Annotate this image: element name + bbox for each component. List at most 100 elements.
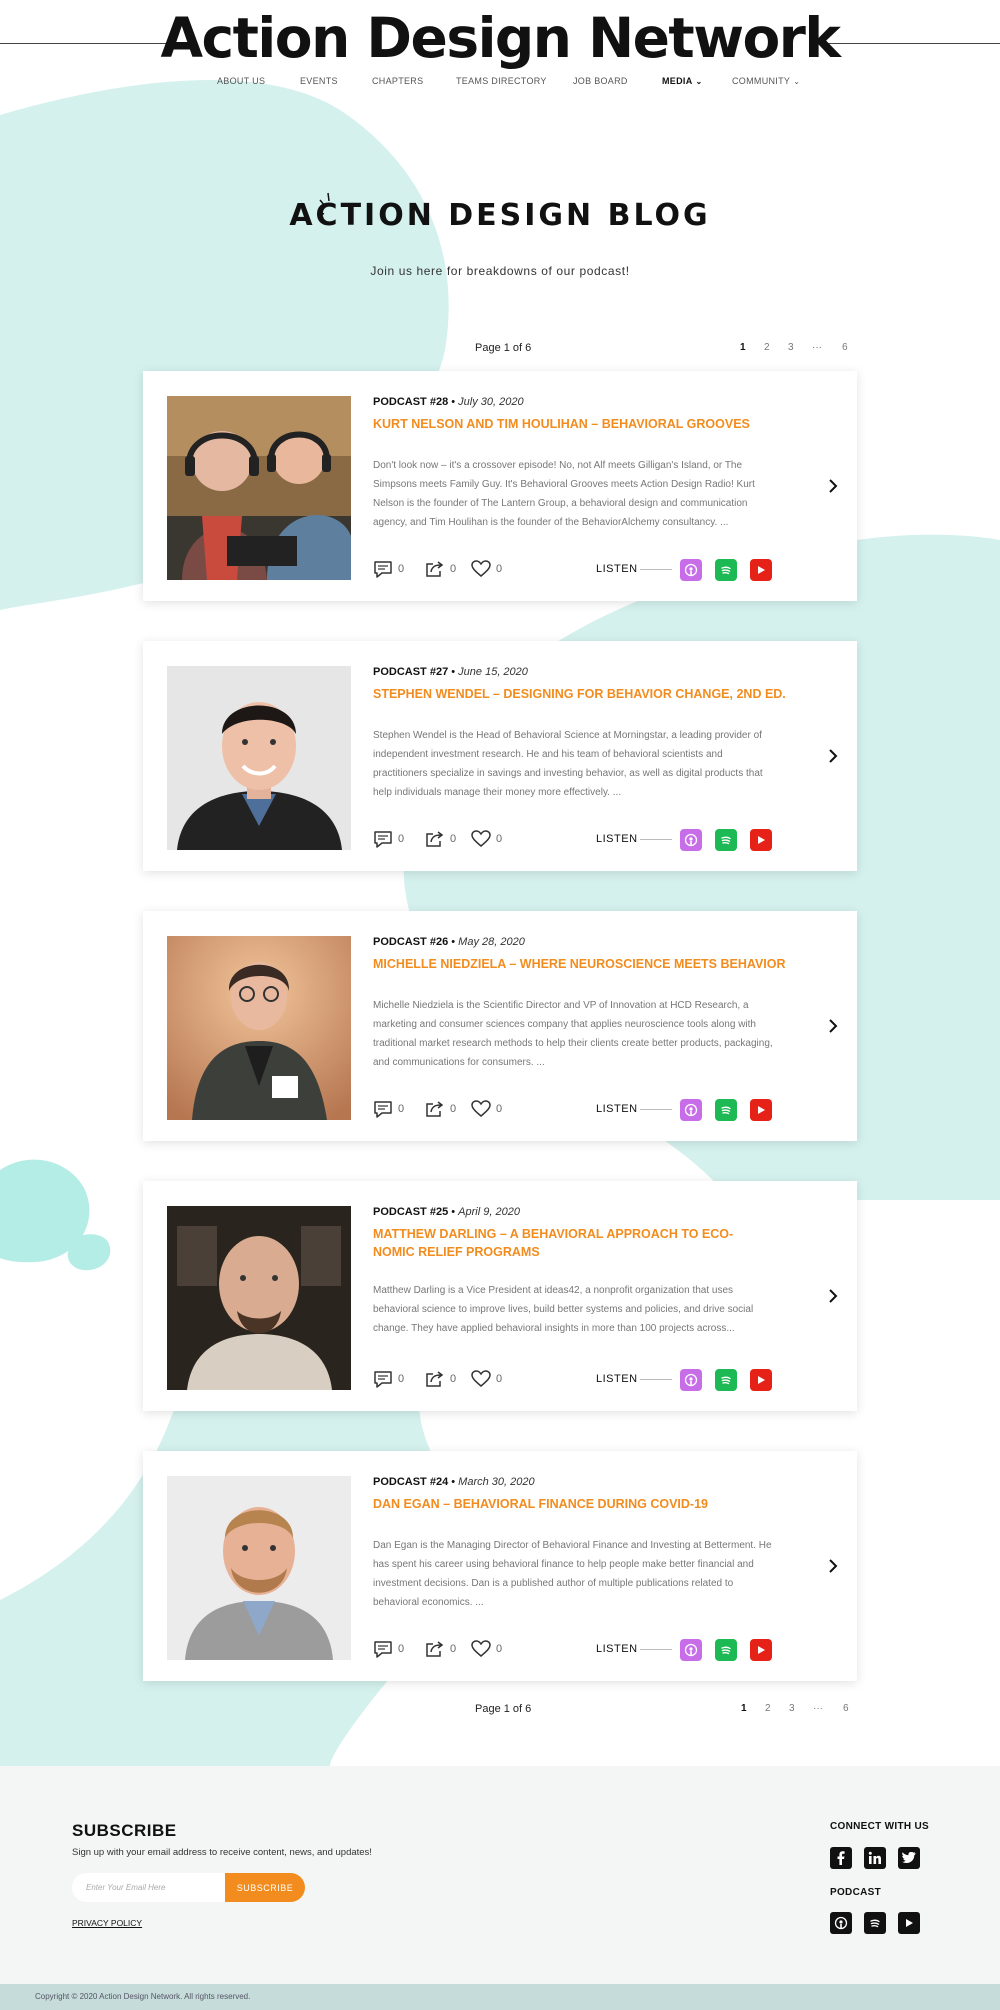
twitter-icon[interactable] (898, 1847, 920, 1869)
nav-item-media[interactable]: MEDIA ⌄ (662, 76, 703, 86)
share-button[interactable]: 0 (425, 1099, 456, 1119)
copyright-bar: Copyright © 2020 Action Design Network. … (0, 1984, 1000, 2010)
pagination-label: Page 1 of 6 (475, 1703, 532, 1715)
podcast-photo[interactable] (167, 396, 351, 580)
page-ellipsis: ··· (813, 1703, 823, 1714)
spotify-icon[interactable] (715, 1099, 737, 1121)
comment-button[interactable]: 0 (373, 559, 404, 579)
youtube-icon[interactable] (898, 1912, 920, 1934)
spotify-icon[interactable] (864, 1912, 886, 1934)
nav-item-events[interactable]: EVENTS (300, 76, 338, 86)
youtube-icon[interactable] (750, 1639, 772, 1661)
like-button[interactable]: 0 (471, 1639, 502, 1659)
listen-divider (640, 839, 672, 840)
chevron-right-icon[interactable] (823, 1554, 843, 1578)
site-title[interactable]: Action Design Network (0, 6, 1000, 70)
page-link-6[interactable]: 6 (842, 342, 848, 353)
podcast-number: PODCAST #27 (373, 666, 449, 678)
podcast-card[interactable]: PODCAST #27 • June 15, 2020 STEPHEN WEND… (143, 641, 857, 871)
listen-label: LISTEN (596, 1373, 638, 1385)
spotify-icon[interactable] (715, 1639, 737, 1661)
podcast-meta: PODCAST #25 • April 9, 2020 (373, 1206, 520, 1218)
apple-podcasts-icon[interactable] (680, 559, 702, 581)
youtube-icon[interactable] (750, 829, 772, 851)
chevron-right-icon[interactable] (823, 1014, 843, 1038)
podcast-card[interactable]: PODCAST #25 • April 9, 2020 MATTHEW DARL… (143, 1181, 857, 1411)
comment-icon (374, 1371, 392, 1388)
nav-item-job-board[interactable]: JOB BOARD (573, 76, 628, 86)
email-field[interactable] (72, 1873, 227, 1902)
like-count: 0 (496, 563, 503, 575)
nav-item-about-us[interactable]: ABOUT US (217, 76, 265, 86)
page-link-1[interactable]: 1 (740, 342, 746, 353)
nav-item-community[interactable]: COMMUNITY ⌄ (732, 76, 800, 86)
chevron-right-icon[interactable] (823, 1284, 843, 1308)
apple-podcasts-icon[interactable] (680, 829, 702, 851)
like-button[interactable]: 0 (471, 559, 502, 579)
subscribe-button[interactable]: SUBSCRIBE (225, 1873, 305, 1902)
privacy-policy-link[interactable]: PRIVACY POLICY (72, 1918, 142, 1928)
comment-button[interactable]: 0 (373, 829, 404, 849)
podcast-photo[interactable] (167, 936, 351, 1120)
podcast-title[interactable]: KURT NELSON AND TIM HOULIHAN – BEHAVIORA… (373, 415, 793, 433)
comment-count: 0 (398, 1373, 405, 1385)
podcast-date: April 9, 2020 (458, 1206, 520, 1218)
like-button[interactable]: 0 (471, 829, 502, 849)
chevron-right-icon[interactable] (823, 744, 843, 768)
podcast-meta: PODCAST #26 • May 28, 2020 (373, 936, 525, 948)
page-ellipsis: ··· (812, 342, 822, 353)
facebook-icon[interactable] (830, 1847, 852, 1869)
page-link-2[interactable]: 2 (765, 1703, 771, 1714)
like-button[interactable]: 0 (471, 1099, 502, 1119)
podcast-card[interactable]: PODCAST #26 • May 28, 2020 MICHELLE NIED… (143, 911, 857, 1141)
heart-icon (471, 1100, 491, 1117)
comment-button[interactable]: 0 (373, 1369, 404, 1389)
share-count: 0 (450, 1643, 457, 1655)
youtube-icon[interactable] (750, 1369, 772, 1391)
podcast-photo[interactable] (167, 1476, 351, 1660)
apple-podcasts-icon[interactable] (830, 1912, 852, 1934)
comment-icon (374, 1641, 392, 1658)
share-button[interactable]: 0 (425, 559, 456, 579)
page-link-3[interactable]: 3 (788, 342, 794, 353)
podcast-title[interactable]: DAN EGAN – BEHAVIORAL FINANCE DURING COV… (373, 1495, 823, 1513)
podcast-excerpt: Stephen Wendel is the Head of Behavioral… (373, 730, 763, 798)
listen-label: LISTEN (596, 563, 638, 575)
page-link-6[interactable]: 6 (843, 1703, 849, 1714)
page-link-3[interactable]: 3 (789, 1703, 795, 1714)
share-icon (426, 1101, 444, 1117)
spotify-icon[interactable] (715, 1369, 737, 1391)
like-button[interactable]: 0 (471, 1369, 502, 1389)
share-button[interactable]: 0 (425, 1639, 456, 1659)
podcast-card[interactable]: PODCAST #28 • July 30, 2020 KURT NELSON … (143, 371, 857, 601)
spotify-icon[interactable] (715, 829, 737, 851)
podcast-number: PODCAST #24 (373, 1476, 449, 1488)
podcast-title[interactable]: MICHELLE NIEDZIELA – WHERE NEUROSCIENCE … (373, 955, 823, 973)
chevron-right-icon[interactable] (823, 474, 843, 498)
share-count: 0 (450, 563, 457, 575)
listen-label: LISTEN (596, 833, 638, 845)
page-link-1[interactable]: 1 (741, 1703, 747, 1714)
youtube-icon[interactable] (750, 559, 772, 581)
share-button[interactable]: 0 (425, 1369, 456, 1389)
podcast-photo[interactable] (167, 666, 351, 850)
comment-count: 0 (398, 1643, 405, 1655)
page-link-2[interactable]: 2 (764, 342, 770, 353)
podcast-title[interactable]: STEPHEN WENDEL – DESIGNING FOR BEHAVIOR … (373, 685, 823, 703)
youtube-icon[interactable] (750, 1099, 772, 1121)
comment-button[interactable]: 0 (373, 1099, 404, 1119)
comment-icon (374, 561, 392, 578)
listen-label: LISTEN (596, 1103, 638, 1115)
apple-podcasts-icon[interactable] (680, 1369, 702, 1391)
comment-button[interactable]: 0 (373, 1639, 404, 1659)
nav-item-teams-directory[interactable]: TEAMS DIRECTORY (456, 76, 547, 86)
nav-item-chapters[interactable]: CHAPTERS (372, 76, 423, 86)
apple-podcasts-icon[interactable] (680, 1639, 702, 1661)
podcast-card[interactable]: PODCAST #24 • March 30, 2020 DAN EGAN – … (143, 1451, 857, 1681)
share-button[interactable]: 0 (425, 829, 456, 849)
podcast-title[interactable]: MATTHEW DARLING – A BEHAVIORAL APPROACH … (373, 1225, 753, 1261)
podcast-photo[interactable] (167, 1206, 351, 1390)
spotify-icon[interactable] (715, 559, 737, 581)
apple-podcasts-icon[interactable] (680, 1099, 702, 1121)
linkedin-icon[interactable] (864, 1847, 886, 1869)
